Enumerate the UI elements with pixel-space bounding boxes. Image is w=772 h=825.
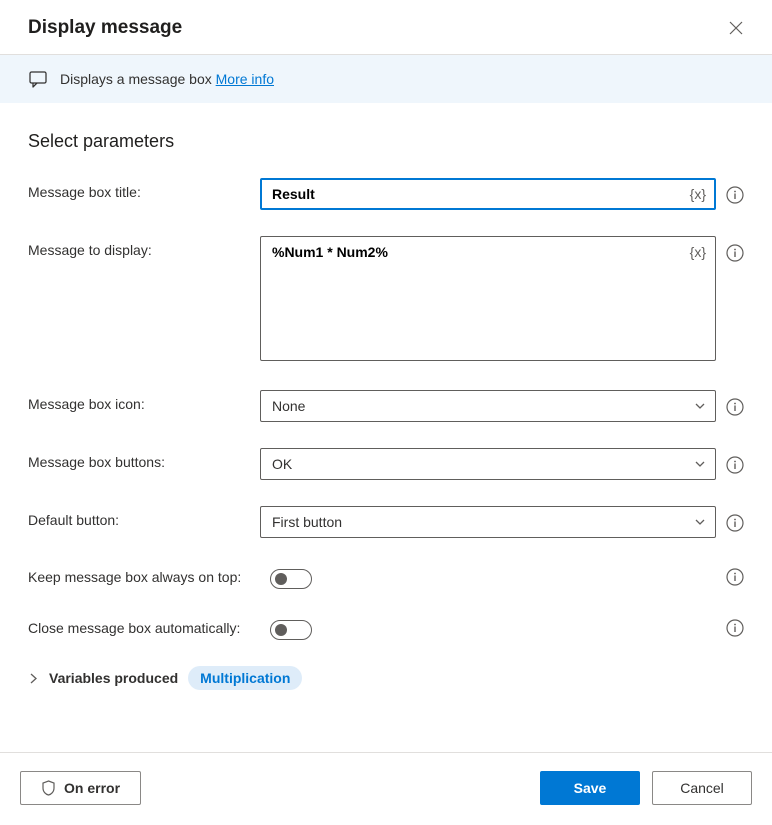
info-icon[interactable]	[726, 619, 744, 637]
toggle-always-on-top[interactable]	[270, 569, 312, 589]
info-icon[interactable]	[726, 244, 744, 262]
section-title: Select parameters	[28, 131, 744, 152]
shield-icon	[41, 780, 56, 796]
toggle-knob	[275, 573, 287, 585]
dialog-header: Display message	[0, 0, 772, 55]
variable-picker-icon[interactable]: {x}	[690, 186, 706, 202]
toggle-knob	[275, 624, 287, 636]
label-message: Message to display:	[28, 236, 260, 258]
row-always-on-top: Keep message box always on top:	[28, 564, 744, 589]
info-icon[interactable]	[726, 398, 744, 416]
row-message: Message to display: {x}	[28, 236, 744, 364]
dialog-footer: On error Save Cancel	[0, 752, 772, 825]
row-default-button: Default button: First button	[28, 506, 744, 538]
variable-badge[interactable]: Multiplication	[188, 666, 302, 690]
row-buttons: Message box buttons: OK	[28, 448, 744, 480]
select-default-button[interactable]: First button	[260, 506, 716, 538]
label-auto-close: Close message box automatically:	[28, 620, 260, 636]
label-title: Message box title:	[28, 178, 260, 200]
info-icon[interactable]	[726, 568, 744, 586]
input-message[interactable]	[260, 236, 716, 361]
chevron-right-icon	[28, 673, 39, 684]
banner-text: Displays a message box More info	[60, 71, 274, 87]
variables-produced-label: Variables produced	[49, 670, 178, 686]
dialog-content: Select parameters Message box title: {x}…	[0, 103, 772, 752]
label-icon: Message box icon:	[28, 390, 260, 412]
input-title[interactable]	[260, 178, 716, 210]
info-icon[interactable]	[726, 456, 744, 474]
info-icon[interactable]	[726, 186, 744, 204]
row-auto-close: Close message box automatically:	[28, 615, 744, 640]
variables-produced-row[interactable]: Variables produced Multiplication	[28, 666, 744, 690]
close-icon	[729, 21, 743, 35]
on-error-button[interactable]: On error	[20, 771, 141, 805]
row-icon: Message box icon: None	[28, 390, 744, 422]
info-icon[interactable]	[726, 514, 744, 532]
save-button[interactable]: Save	[540, 771, 640, 805]
toggle-auto-close[interactable]	[270, 620, 312, 640]
dialog-title: Display message	[28, 17, 182, 39]
label-always-on-top: Keep message box always on top:	[28, 569, 260, 585]
close-button[interactable]	[724, 16, 748, 40]
select-buttons[interactable]: OK	[260, 448, 716, 480]
variable-picker-icon[interactable]: {x}	[690, 244, 706, 260]
label-buttons: Message box buttons:	[28, 448, 260, 470]
label-default-button: Default button:	[28, 506, 260, 528]
message-icon	[28, 69, 48, 89]
select-icon[interactable]: None	[260, 390, 716, 422]
row-title: Message box title: {x}	[28, 178, 744, 210]
info-banner: Displays a message box More info	[0, 55, 772, 103]
cancel-button[interactable]: Cancel	[652, 771, 752, 805]
more-info-link[interactable]: More info	[216, 71, 274, 87]
